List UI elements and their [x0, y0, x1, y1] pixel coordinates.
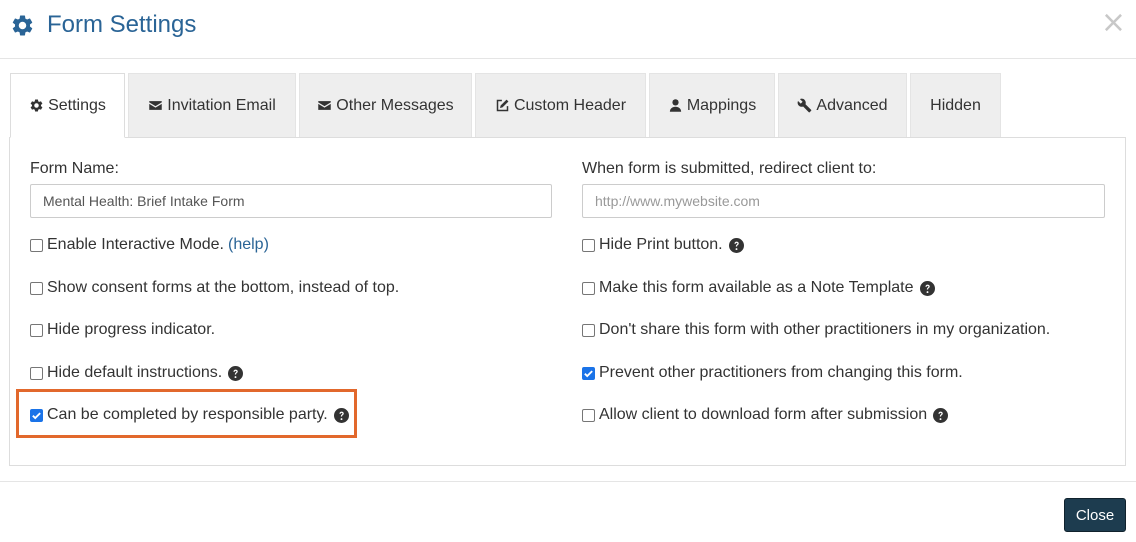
hide-instructions-checkbox[interactable] [30, 366, 43, 380]
wrench-icon [798, 98, 812, 113]
option-label: Hide progress indicator. [47, 321, 216, 338]
gear-icon [12, 14, 33, 35]
modal-title: Form Settings [47, 11, 197, 38]
title-wrap: Form Settings [10, 10, 196, 40]
question-circle-icon[interactable] [728, 237, 744, 253]
option-note-template: Make this form available as a Note Templ… [582, 279, 935, 297]
tab-custom-header[interactable]: Custom Header [475, 73, 646, 137]
dont-share-checkbox[interactable] [582, 323, 595, 337]
question-circle-icon[interactable] [228, 365, 244, 381]
tab-label: Settings [48, 96, 106, 114]
edit-icon [496, 99, 509, 112]
tab-invitation-email[interactable]: Invitation Email [128, 73, 296, 137]
note-template-checkbox[interactable] [582, 281, 595, 295]
modal-footer: Close [0, 481, 1136, 542]
help-link[interactable]: (help) [228, 236, 269, 254]
option-label: Hide default instructions. [47, 364, 223, 381]
interactive-mode-checkbox[interactable] [30, 238, 43, 252]
envelope-icon [149, 101, 162, 110]
tab-mappings[interactable]: Mappings [649, 73, 775, 137]
tab-label: Invitation Email [167, 96, 276, 114]
hide-progress-checkbox[interactable] [30, 323, 43, 337]
tab-advanced[interactable]: Advanced [778, 73, 907, 137]
allow-download-checkbox[interactable] [582, 408, 595, 422]
option-label: Prevent other practitioners from changin… [599, 364, 963, 381]
tab-label: Mappings [686, 96, 757, 114]
prevent-changes-checkbox[interactable] [582, 366, 595, 380]
option-interactive-mode: Enable Interactive Mode. (help) [30, 236, 269, 254]
hide-print-checkbox[interactable] [582, 238, 595, 252]
tab-settings[interactable]: Settings [10, 73, 125, 138]
tab-label: Advanced [816, 96, 888, 114]
modal-header: Form Settings × [0, 0, 1136, 59]
tab-hidden[interactable]: Hidden [910, 73, 1001, 137]
option-hide-print: Hide Print button. [582, 236, 744, 254]
tab-label: Hidden [930, 96, 981, 114]
option-label: Make this form available as a Note Templ… [599, 279, 914, 296]
form-name-input[interactable] [30, 184, 552, 218]
user-icon [669, 99, 681, 112]
close-icon[interactable]: × [1101, 8, 1126, 38]
option-hide-instructions: Hide default instructions. [30, 364, 244, 382]
tab-label: Custom Header [513, 96, 627, 114]
highlight-box [16, 389, 357, 438]
question-circle-icon[interactable] [933, 407, 949, 423]
option-prevent-changes: Prevent other practitioners from changin… [582, 364, 963, 382]
option-consent-bottom: Show consent forms at the bottom, instea… [30, 279, 399, 297]
tab-other-messages[interactable]: Other Messages [299, 73, 472, 137]
option-allow-download: Allow client to download form after subm… [582, 406, 949, 424]
question-circle-icon[interactable] [919, 280, 935, 296]
close-button[interactable]: Close [1064, 498, 1126, 532]
form-name-label: Form Name: [30, 160, 119, 177]
checkmark-icon [584, 369, 593, 377]
redirect-label: When form is submitted, redirect client … [582, 160, 877, 177]
option-label: Enable Interactive Mode. [47, 236, 224, 253]
option-label: Don't share this form with other practit… [599, 321, 1051, 338]
gear-icon [30, 99, 43, 112]
tab-label: Other Messages [336, 96, 454, 114]
option-dont-share: Don't share this form with other practit… [582, 321, 1050, 339]
redirect-url-input[interactable] [582, 184, 1105, 218]
consent-bottom-checkbox[interactable] [30, 281, 43, 295]
option-hide-progress: Hide progress indicator. [30, 321, 215, 339]
envelope-icon [318, 101, 332, 110]
option-label: Allow client to download form after subm… [599, 406, 928, 423]
option-label: Hide Print button. [599, 236, 723, 253]
option-label: Show consent forms at the bottom, instea… [47, 279, 400, 296]
